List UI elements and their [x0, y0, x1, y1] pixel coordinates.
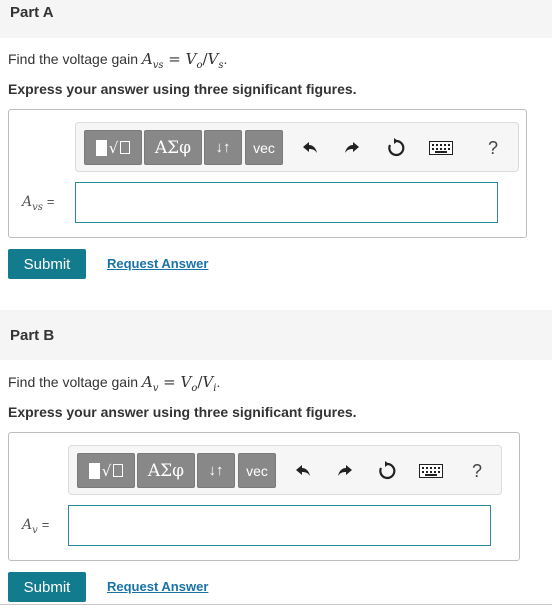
undo-icon[interactable]: [298, 136, 322, 160]
redo-icon[interactable]: [340, 136, 364, 160]
keyboard-icon[interactable]: [416, 459, 446, 483]
part-b-answer-input[interactable]: [68, 505, 491, 546]
part-b-variable-label: Av =: [22, 517, 50, 536]
vec-button[interactable]: vec: [238, 453, 276, 488]
part-a-header: Part A: [0, 0, 552, 38]
greek-button[interactable]: ΑΣφ: [137, 453, 195, 488]
reset-icon[interactable]: [375, 459, 399, 483]
part-a-toolbar: √ ΑΣφ ↓↑ vec ?: [75, 122, 519, 172]
template-box-icon: [95, 139, 107, 156]
help-icon[interactable]: ?: [481, 136, 505, 160]
radical-icon: √: [101, 461, 112, 480]
vec-button[interactable]: vec: [245, 130, 283, 165]
part-a-question: Find the voltage gain Avs = Vo/Vs.: [8, 50, 228, 71]
part-b-toolbar: √ ΑΣφ ↓↑ vec ?: [68, 445, 502, 495]
subscript-superscript-button[interactable]: ↓↑: [204, 130, 242, 165]
part-b-question: Find the voltage gain Av = Vo/Vi.: [8, 373, 221, 394]
template-outline-icon: [113, 464, 124, 477]
radical-icon: √: [108, 138, 119, 157]
part-b-instruction: Express your answer using three signific…: [8, 404, 357, 420]
part-a-answer-box: √ ΑΣφ ↓↑ vec ? Avs =: [8, 109, 527, 238]
help-icon[interactable]: ?: [465, 459, 489, 483]
redo-icon[interactable]: [333, 459, 357, 483]
part-b-question-text: Find the voltage gain: [8, 374, 142, 390]
part-a-variable-label: Avs =: [22, 194, 55, 213]
template-box-icon: [88, 462, 100, 479]
part-a-instruction: Express your answer using three signific…: [8, 81, 357, 97]
keyboard-icon[interactable]: [426, 136, 456, 160]
part-a-question-text: Find the voltage gain: [8, 51, 142, 67]
subscript-superscript-button[interactable]: ↓↑: [197, 453, 235, 488]
template-outline-icon: [120, 141, 131, 154]
part-b-header: Part B: [0, 310, 552, 360]
part-b-answer-box: √ ΑΣφ ↓↑ vec ? Av =: [8, 432, 520, 561]
part-a-title: Part A: [10, 4, 54, 21]
part-a-submit-button[interactable]: Submit: [8, 249, 86, 279]
part-b-submit-button[interactable]: Submit: [8, 572, 86, 602]
part-b-equation: Av = Vo/Vi: [141, 373, 217, 394]
part-b-title: Part B: [10, 327, 55, 344]
part-a-equation: Avs = Vo/Vs: [141, 50, 224, 71]
greek-button[interactable]: ΑΣφ: [144, 130, 202, 165]
bottom-divider: [0, 604, 552, 605]
templates-button[interactable]: √: [77, 453, 135, 488]
part-a-answer-input[interactable]: [75, 182, 498, 223]
part-b-request-answer-link[interactable]: Request Answer: [107, 579, 208, 594]
part-a-request-answer-link[interactable]: Request Answer: [107, 256, 208, 271]
reset-icon[interactable]: [384, 136, 408, 160]
templates-button[interactable]: √: [84, 130, 142, 165]
undo-icon[interactable]: [291, 459, 315, 483]
